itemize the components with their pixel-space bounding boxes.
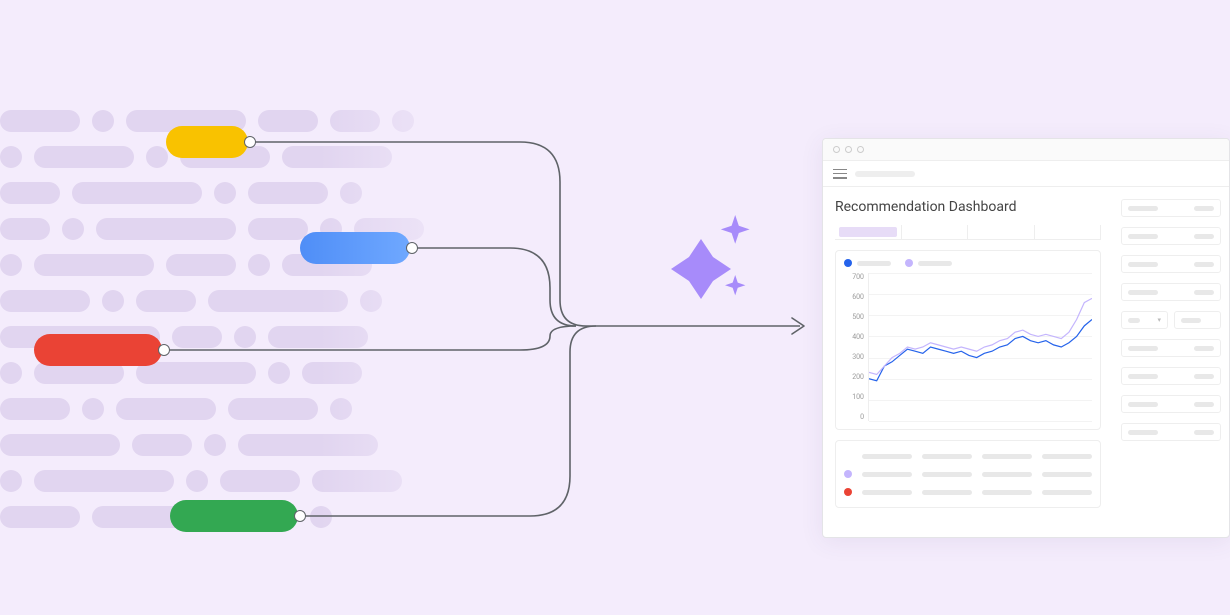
dashboard-side-panel: ▾ xyxy=(1113,187,1229,537)
browser-titlebar xyxy=(823,139,1229,161)
source-pill-blue xyxy=(300,232,410,264)
side-card xyxy=(1121,255,1221,273)
side-dropdown[interactable]: ▾ xyxy=(1121,311,1168,329)
tab-3[interactable] xyxy=(968,225,1035,239)
side-card xyxy=(1121,339,1221,357)
chart-legend xyxy=(844,259,1092,267)
table-row xyxy=(844,465,1092,483)
row-status-dot-icon xyxy=(844,470,852,478)
side-card xyxy=(1121,283,1221,301)
legend-label-placeholder xyxy=(857,261,891,266)
side-card xyxy=(1121,395,1221,413)
node-dot-blue xyxy=(406,242,418,254)
source-pill-yellow xyxy=(166,126,248,158)
tab-4[interactable] xyxy=(1035,225,1102,239)
legend-label-placeholder xyxy=(918,261,952,266)
tab-2[interactable] xyxy=(902,225,969,239)
source-pill-green xyxy=(170,500,298,532)
window-control-dot[interactable] xyxy=(833,146,840,153)
pill-pattern-background xyxy=(0,110,480,530)
sparkle-icon xyxy=(665,215,775,325)
browser-window: Recommendation Dashboard xyxy=(822,138,1230,538)
side-card xyxy=(1174,311,1221,329)
row-status-dot-icon xyxy=(844,488,852,496)
chart-plot: 0100200300400500600700 xyxy=(844,273,1092,421)
browser-toolbar xyxy=(823,161,1229,187)
window-control-dot[interactable] xyxy=(845,146,852,153)
dashboard-title: Recommendation Dashboard xyxy=(835,199,1101,215)
side-card xyxy=(1121,199,1221,217)
legend-dot-icon xyxy=(844,259,852,267)
node-dot-red xyxy=(158,344,170,356)
table-header-row xyxy=(844,447,1092,465)
tab-1[interactable] xyxy=(835,225,902,239)
hamburger-menu-icon[interactable] xyxy=(833,169,847,179)
window-control-dot[interactable] xyxy=(857,146,864,153)
table-card xyxy=(835,440,1101,508)
legend-item-a xyxy=(844,259,891,267)
chart-plot-area xyxy=(868,273,1092,421)
chevron-down-icon: ▾ xyxy=(1157,316,1161,324)
side-card xyxy=(1121,227,1221,245)
node-dot-green xyxy=(294,510,306,522)
table-row xyxy=(844,483,1092,501)
side-card xyxy=(1121,367,1221,385)
source-pill-red xyxy=(34,334,162,366)
legend-dot-icon xyxy=(905,259,913,267)
chart-card: 0100200300400500600700 xyxy=(835,250,1101,430)
dashboard-tabs xyxy=(835,225,1101,240)
toolbar-placeholder xyxy=(855,171,915,177)
dashboard-main-panel: Recommendation Dashboard xyxy=(823,187,1113,537)
chart-y-axis: 0100200300400500600700 xyxy=(844,273,868,421)
node-dot-yellow xyxy=(244,136,256,148)
side-card xyxy=(1121,423,1221,441)
legend-item-b xyxy=(905,259,952,267)
